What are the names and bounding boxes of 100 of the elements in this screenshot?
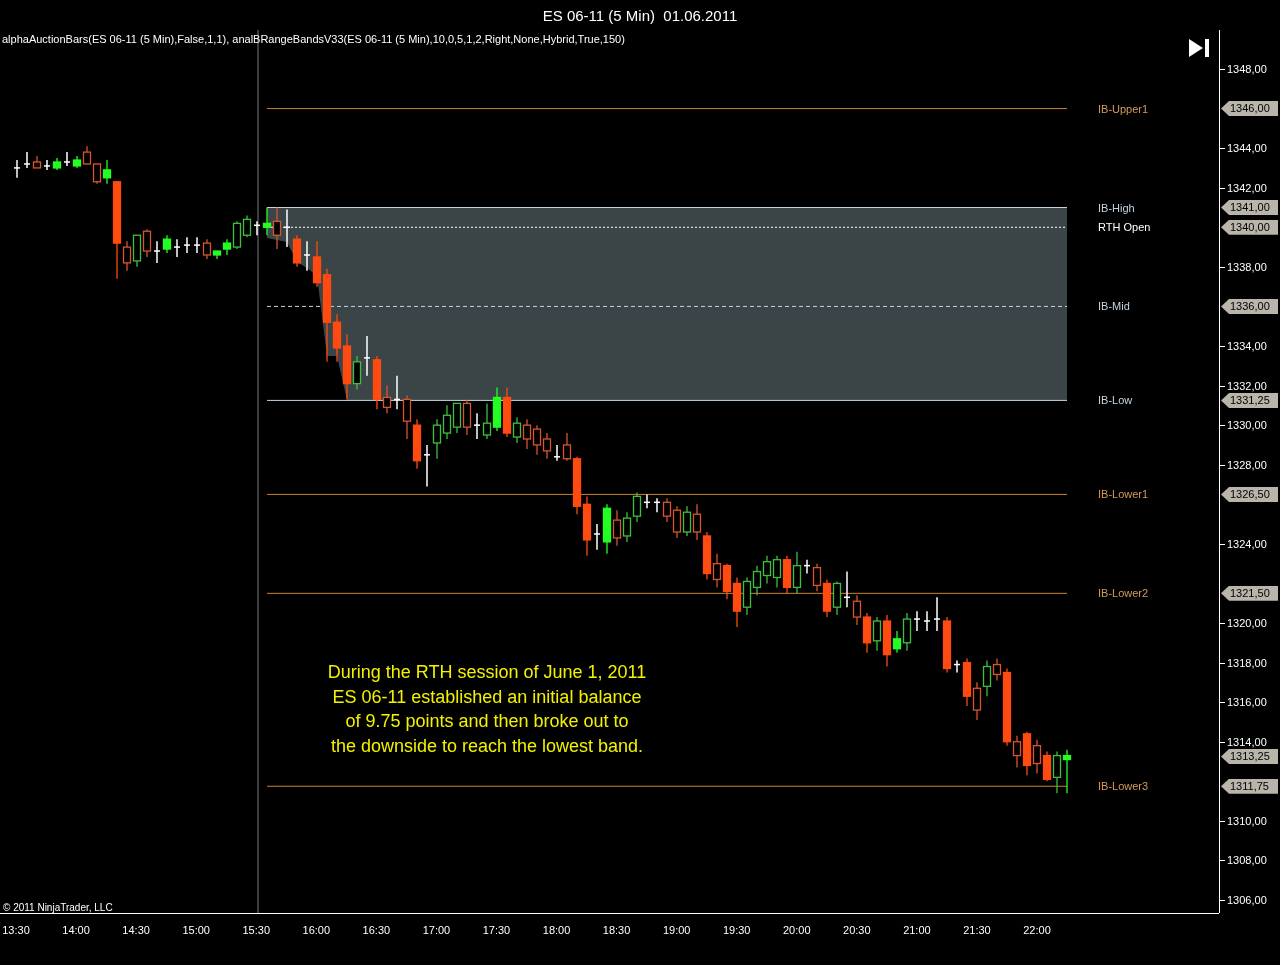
- price-tag: 1340,00: [1221, 219, 1278, 235]
- price-axis-label: 1324,00: [1220, 536, 1267, 551]
- candle: [162, 234, 172, 254]
- annotation-text: During the RTH session of June 1, 2011 ES 06-11 established an initial balance of 9.75 points and then broke out to the downside to reach the lowest band.: [326, 661, 648, 758]
- band-label: IB-High: [1098, 200, 1135, 215]
- band-label: IB-Lower2: [1098, 586, 1149, 601]
- band-label: IB-Mid: [1098, 299, 1130, 314]
- candle: [1042, 750, 1052, 782]
- candle: [72, 155, 82, 169]
- time-axis-label: 20:00: [783, 924, 811, 936]
- candle: [772, 555, 782, 589]
- price-axis-label: 1310,00: [1220, 813, 1267, 828]
- candle: [752, 565, 762, 596]
- candle: [1022, 731, 1032, 776]
- price-tag: 1311,75: [1221, 778, 1278, 794]
- candle: [732, 576, 742, 628]
- candle: [292, 234, 302, 268]
- candle: [452, 402, 462, 434]
- candle: [852, 594, 862, 626]
- candle: [132, 234, 142, 268]
- indicator-list: alphaAuctionBars(ES 06-11 (5 Min),False,1,1), analBRangeBandsV33(ES 06-11 (5 Min),10,0,5,1,2,Right,None,Hybrid,True,150): [2, 33, 625, 45]
- candle: [402, 394, 412, 440]
- price-axis-label: 1338,00: [1220, 259, 1267, 274]
- candle: [782, 555, 792, 594]
- price-axis-label: 1318,00: [1220, 655, 1267, 670]
- window-title: ES 06-11 (5 Min) 01.06.2011: [542, 6, 738, 24]
- candle: [532, 424, 542, 456]
- candle: [1052, 750, 1062, 794]
- last-price-tag: 1313,25: [1221, 749, 1278, 765]
- band-label: IB-Low: [1098, 393, 1133, 408]
- time-axis-label: 22:00: [1023, 924, 1051, 936]
- price-tag: 1321,50: [1221, 585, 1278, 601]
- candle: [13, 159, 21, 179]
- time-axis-label: 18:30: [602, 924, 631, 936]
- time-axis-label: 18:00: [542, 924, 571, 936]
- candle: [432, 418, 442, 460]
- candle: [412, 418, 422, 470]
- candle: [522, 418, 532, 450]
- candle: [742, 576, 752, 616]
- candle: [142, 228, 152, 258]
- candle: [462, 398, 472, 436]
- candle: [702, 531, 712, 581]
- price-axis-label: 1348,00: [1220, 62, 1267, 76]
- candle: [442, 404, 452, 440]
- candle: [712, 553, 722, 589]
- time-axis-label: 19:00: [662, 924, 691, 936]
- candle: [1032, 739, 1042, 775]
- price-tag: 1336,00: [1221, 298, 1278, 314]
- time-axis-label: 17:00: [422, 924, 451, 936]
- candle: [682, 505, 692, 537]
- price-axis-label: 1308,00: [1220, 853, 1267, 868]
- price-axis-label: 1328,00: [1220, 457, 1267, 472]
- candle: [972, 681, 982, 721]
- band-label: RTH Open: [1098, 220, 1151, 235]
- price-axis-label: 1306,00: [1220, 893, 1267, 907]
- candle: [832, 580, 842, 616]
- price-axis-label: 1332,00: [1220, 378, 1267, 393]
- price-axis-label: 1344,00: [1220, 141, 1267, 156]
- candle: [822, 578, 832, 618]
- candle: [862, 612, 872, 654]
- price-axis-label: 1314,00: [1220, 734, 1267, 749]
- time-axis-label: 16:30: [362, 924, 391, 936]
- skip-to-end-icon[interactable]: [1188, 38, 1210, 58]
- time-axis-label: 21:00: [903, 924, 931, 936]
- candle: [82, 145, 92, 165]
- candle: [32, 155, 42, 169]
- price-axis-label: 1334,00: [1220, 339, 1267, 353]
- copyright-text: © 2011 NinjaTrader, LLC: [3, 902, 113, 913]
- price-axis-label: 1330,00: [1220, 418, 1267, 433]
- band-label: IB-Lower3: [1098, 779, 1149, 794]
- time-axis-label: 15:00: [182, 924, 210, 936]
- time-axis-label: 21:30: [963, 924, 991, 936]
- candle: [692, 503, 702, 541]
- price-axis-label: 1342,00: [1220, 180, 1267, 195]
- candle: [923, 610, 931, 632]
- price-tag: 1326,50: [1221, 486, 1278, 502]
- candle: [672, 505, 682, 539]
- candle: [492, 386, 502, 432]
- candle: [482, 402, 492, 440]
- price-axis-label: 1316,00: [1220, 695, 1267, 710]
- candle: [1062, 749, 1072, 794]
- candle: [622, 511, 632, 543]
- time-axis-label: 14:30: [122, 924, 150, 936]
- time-axis-label: 13:30: [2, 924, 30, 936]
- time-axis-label: 14:00: [62, 924, 90, 936]
- price-tag: 1331,25: [1221, 392, 1278, 408]
- price-axis-label: 1320,00: [1220, 616, 1267, 630]
- time-axis-label: 15:30: [242, 924, 270, 936]
- time-axis-label: 16:00: [302, 924, 331, 936]
- candle: [722, 563, 732, 600]
- band-label: IB-Lower1: [1098, 487, 1149, 502]
- candle: [612, 509, 622, 547]
- price-tag: 1346,00: [1221, 101, 1278, 117]
- candle: [762, 555, 772, 585]
- time-axis-label: 19:30: [722, 924, 751, 936]
- candle: [183, 236, 191, 254]
- time-axis-label: 20:30: [843, 924, 871, 936]
- band-label: IB-Upper1: [1098, 101, 1149, 116]
- price-tag: 1341,00: [1221, 200, 1278, 215]
- time-axis-label: 17:30: [482, 924, 511, 936]
